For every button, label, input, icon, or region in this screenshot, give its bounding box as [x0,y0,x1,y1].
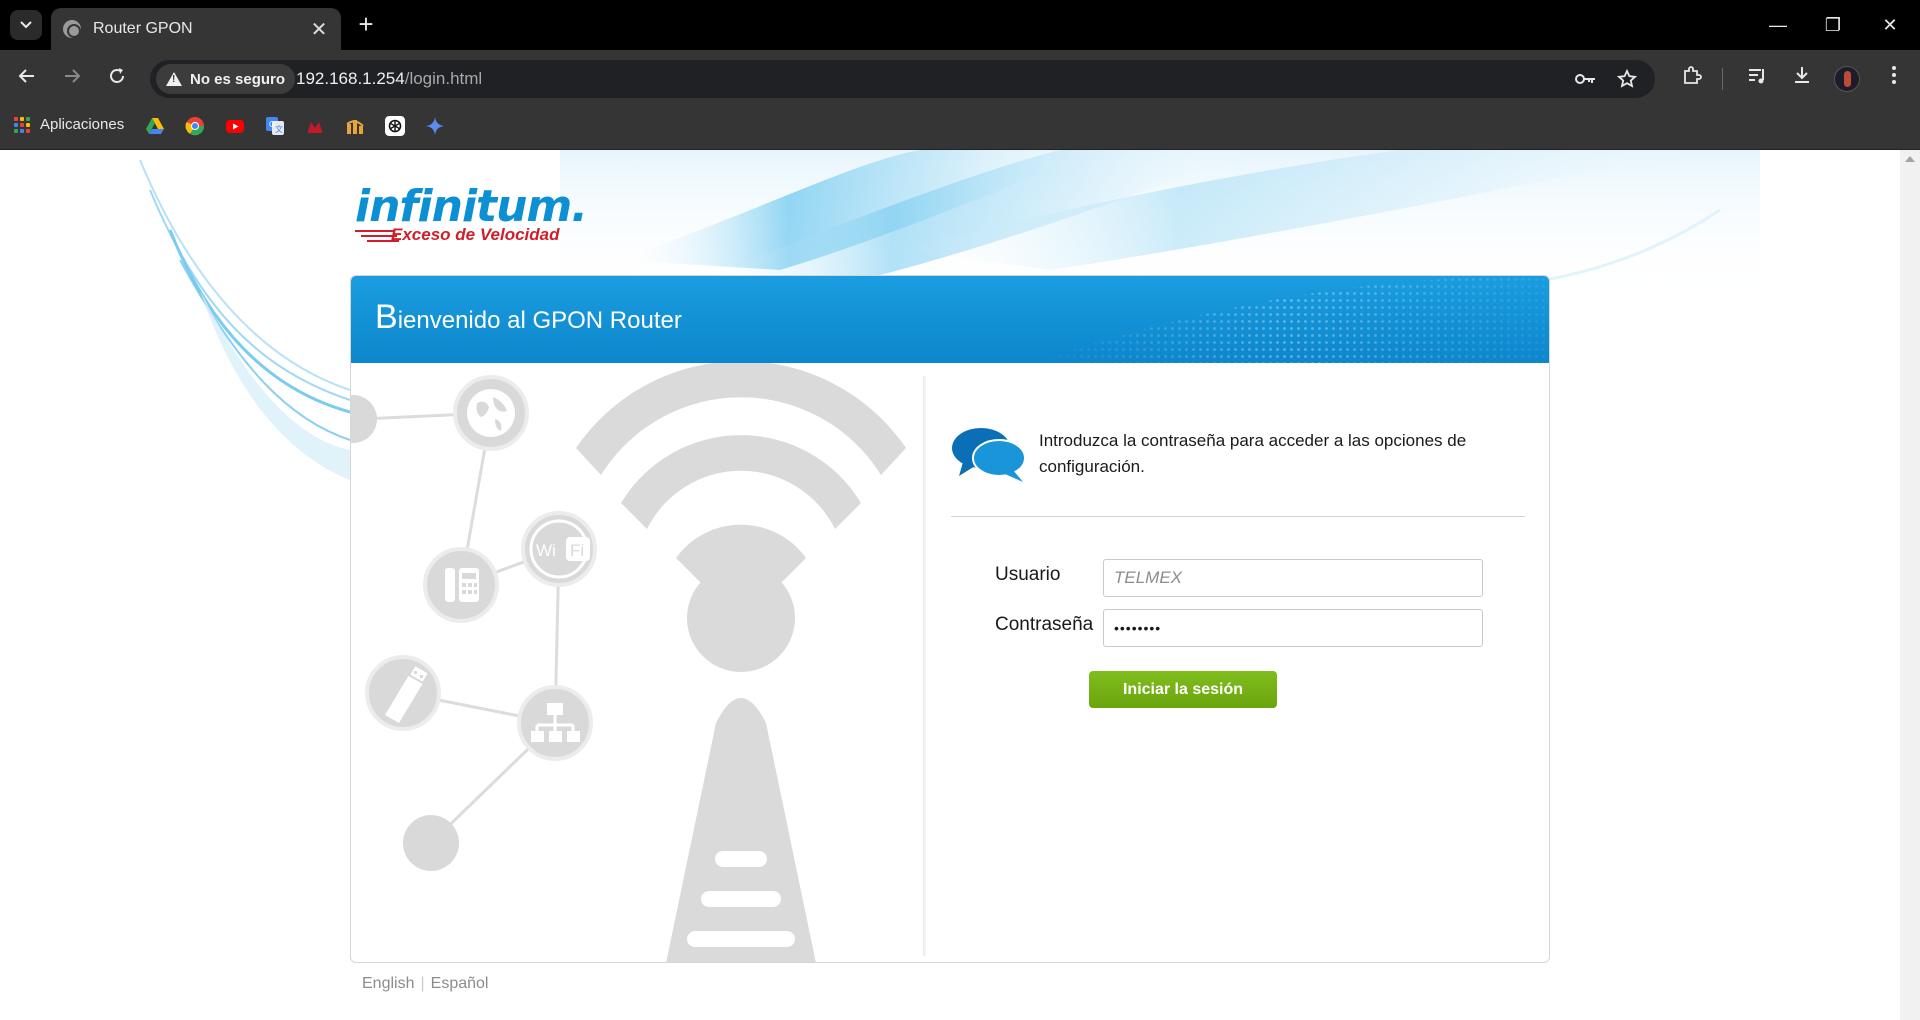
url-text[interactable]: 192.168.1.254/login.html [296,69,482,89]
bookmarks-bar: Aplicaciones [0,108,1920,150]
partial-bottom-node [403,815,459,871]
tab-close-icon[interactable]: ✕ [309,17,329,42]
instructions-text: Introduzca la contraseña para acceder a … [1039,431,1467,476]
tab-router-gpon[interactable]: Router GPON ✕ [51,8,341,50]
bookmark-apps-label: Aplicaciones [40,116,125,133]
page-scrollbar[interactable] [1900,150,1920,1020]
wifi-label-left: Wi [536,541,556,560]
orange-bars-icon[interactable] [345,116,365,136]
arrow-right-icon [65,69,81,83]
youtube-icon[interactable] [225,116,245,136]
security-indicator[interactable]: No es seguro [156,64,296,94]
google-translate-icon[interactable]: G文 [265,116,285,136]
download-icon[interactable] [1787,64,1817,94]
back-button[interactable] [12,64,42,94]
lang-spanish-link[interactable]: Español [431,975,489,992]
reload-button[interactable] [102,64,132,94]
bookmark-apps[interactable]: Aplicaciones [14,116,124,133]
tab-strip: Router GPON ✕ + — ❐ ✕ [0,0,1920,50]
chat-bubbles-icon [952,428,1026,482]
router-login-page: infinitum. Exceso de Velocidad Bienvenid… [0,150,1900,1020]
password-key-icon[interactable] [1575,69,1597,91]
login-panel: Bienvenido al GPON Router Wi Fi Introduz… [350,275,1550,963]
more-menu-icon[interactable] [1879,64,1909,94]
info-divider [951,516,1525,517]
apps-grid-icon [14,116,30,133]
profile-avatar[interactable] [1834,66,1860,92]
security-label: No es seguro [190,70,286,88]
media-controls-icon[interactable] [1742,64,1772,94]
openai-icon[interactable] [385,116,405,136]
browser-toolbar: No es seguro 192.168.1.254/login.html [0,50,1920,108]
globe-node-icon [453,375,529,451]
lang-separator: | [420,975,425,992]
lang-english-link[interactable]: English [362,975,414,992]
scroll-up-icon[interactable] [1905,156,1915,162]
url-path: /login.html [404,69,483,88]
close-window-button[interactable]: ✕ [1872,10,1908,40]
reload-icon [110,68,124,83]
page-title: Bienvenido al GPON Router [375,298,682,337]
username-field[interactable]: TELMEX [1103,559,1483,597]
gemini-sparkle-icon[interactable] [425,116,445,136]
panel-header: Bienvenido al GPON Router [351,276,1549,363]
title-initial: B [375,298,398,336]
username-label: Usuario [995,564,1061,585]
tab-title: Router GPON [93,20,193,37]
globe-icon [63,20,81,38]
url-host: 192.168.1.254 [296,69,405,88]
chevron-down-icon [20,21,32,29]
tab-search-button[interactable] [10,10,42,40]
address-bar[interactable]: No es seguro 192.168.1.254/login.html [150,60,1655,98]
header-dot-pattern [1029,276,1549,363]
bookmark-star-icon[interactable] [1616,68,1638,91]
login-button[interactable]: Iniciar la sesión [1089,671,1277,708]
logo-tagline: Exceso de Velocidad [391,225,560,244]
wifi-node-icon: Wi Fi [521,511,597,587]
google-drive-icon[interactable] [145,116,165,136]
arrow-left-icon [18,69,34,83]
restore-button[interactable]: ❐ [1815,10,1851,40]
warning-icon [166,72,182,86]
wifi-antenna-graphic [576,363,906,962]
password-label: Contraseña [995,614,1094,635]
usb-node-icon [365,655,441,731]
red-app-icon[interactable] [305,116,325,136]
minimize-button[interactable]: — [1760,10,1796,40]
lan-node-icon [517,685,593,761]
infinitum-logo: infinitum. Exceso de Velocidad [355,181,588,245]
network-illustration: Wi Fi [351,363,906,962]
svg-text:文: 文 [275,124,283,134]
partial-node [351,395,377,443]
extensions-puzzle-icon[interactable] [1677,64,1707,94]
language-switcher: English | Español [362,975,488,993]
logo-text: infinitum. [355,181,588,232]
wifi-label-right: Fi [570,541,584,560]
title-rest: ienvenido al GPON Router [397,307,682,334]
new-tab-button[interactable]: + [352,11,380,39]
toolbar-separator [1722,68,1723,90]
forward-button[interactable] [57,64,87,94]
chrome-web-store-icon[interactable] [185,116,205,136]
panel-divider [923,376,926,956]
phone-node-icon [423,547,499,623]
password-field[interactable]: •••••••• [1103,609,1483,647]
